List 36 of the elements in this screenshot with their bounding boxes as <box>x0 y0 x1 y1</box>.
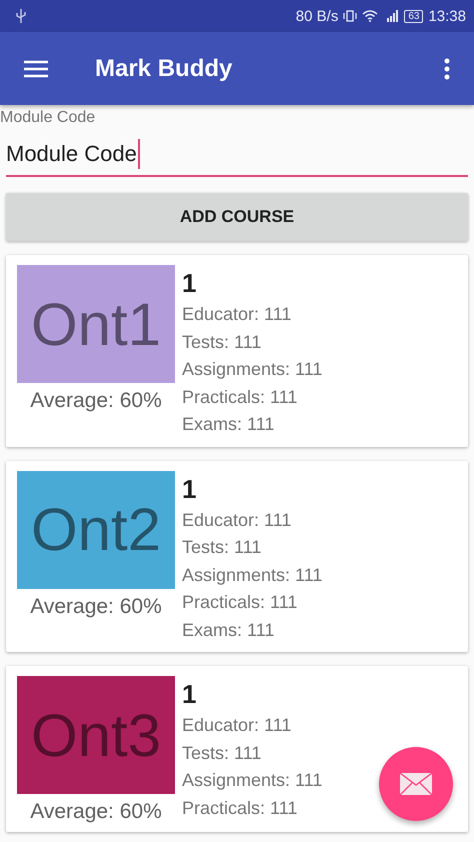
course-detail: Tests: 111 <box>182 536 262 559</box>
course-detail: Assignments: 111 <box>182 564 322 587</box>
mail-icon <box>400 773 432 795</box>
course-detail: Exams: 111 <box>182 618 276 642</box>
course-title: 1 <box>182 267 198 300</box>
more-options-icon[interactable] <box>444 58 450 80</box>
usb-icon <box>16 9 26 23</box>
average-text: Average: 60% <box>30 389 162 413</box>
course-detail: Tests: 111 <box>182 330 262 354</box>
network-speed: 80 B/s <box>296 8 338 24</box>
course-detail: Exams: 111 <box>182 413 276 436</box>
course-title: 1 <box>182 472 198 506</box>
course-detail: Practicals: 111 <box>182 591 298 614</box>
course-detail: Practicals: 111 <box>182 386 298 408</box>
add-course-button[interactable]: ADD COURSE <box>6 193 468 241</box>
course-detail: Assignments: 111 <box>182 358 322 381</box>
average-text: Average: 60% <box>30 800 162 824</box>
menu-icon[interactable] <box>24 60 48 78</box>
course-code: Ont2 <box>30 495 162 564</box>
course-detail: Educator: 111 <box>182 303 292 326</box>
course-detail: Practicals: 111 <box>182 796 298 820</box>
average-text: Average: 60% <box>30 594 162 618</box>
course-code: Ont3 <box>30 700 162 770</box>
wifi-icon <box>362 10 378 22</box>
course-code: Ont1 <box>30 290 162 358</box>
course-detail: Assignments: 111 <box>182 769 322 792</box>
course-detail: Tests: 111 <box>182 742 262 764</box>
app-title: Mark Buddy <box>95 54 234 82</box>
vibrate-icon <box>343 10 358 22</box>
course-detail: Educator: 111 <box>182 714 292 737</box>
course-detail: Educator: 111 <box>182 508 292 532</box>
module-code-field[interactable]: Module Code <box>6 127 468 177</box>
field-label: Module Code <box>0 109 96 127</box>
course-title: 1 <box>182 678 198 711</box>
battery-level: 63 <box>404 10 424 22</box>
clock: 13:38 <box>428 8 466 24</box>
